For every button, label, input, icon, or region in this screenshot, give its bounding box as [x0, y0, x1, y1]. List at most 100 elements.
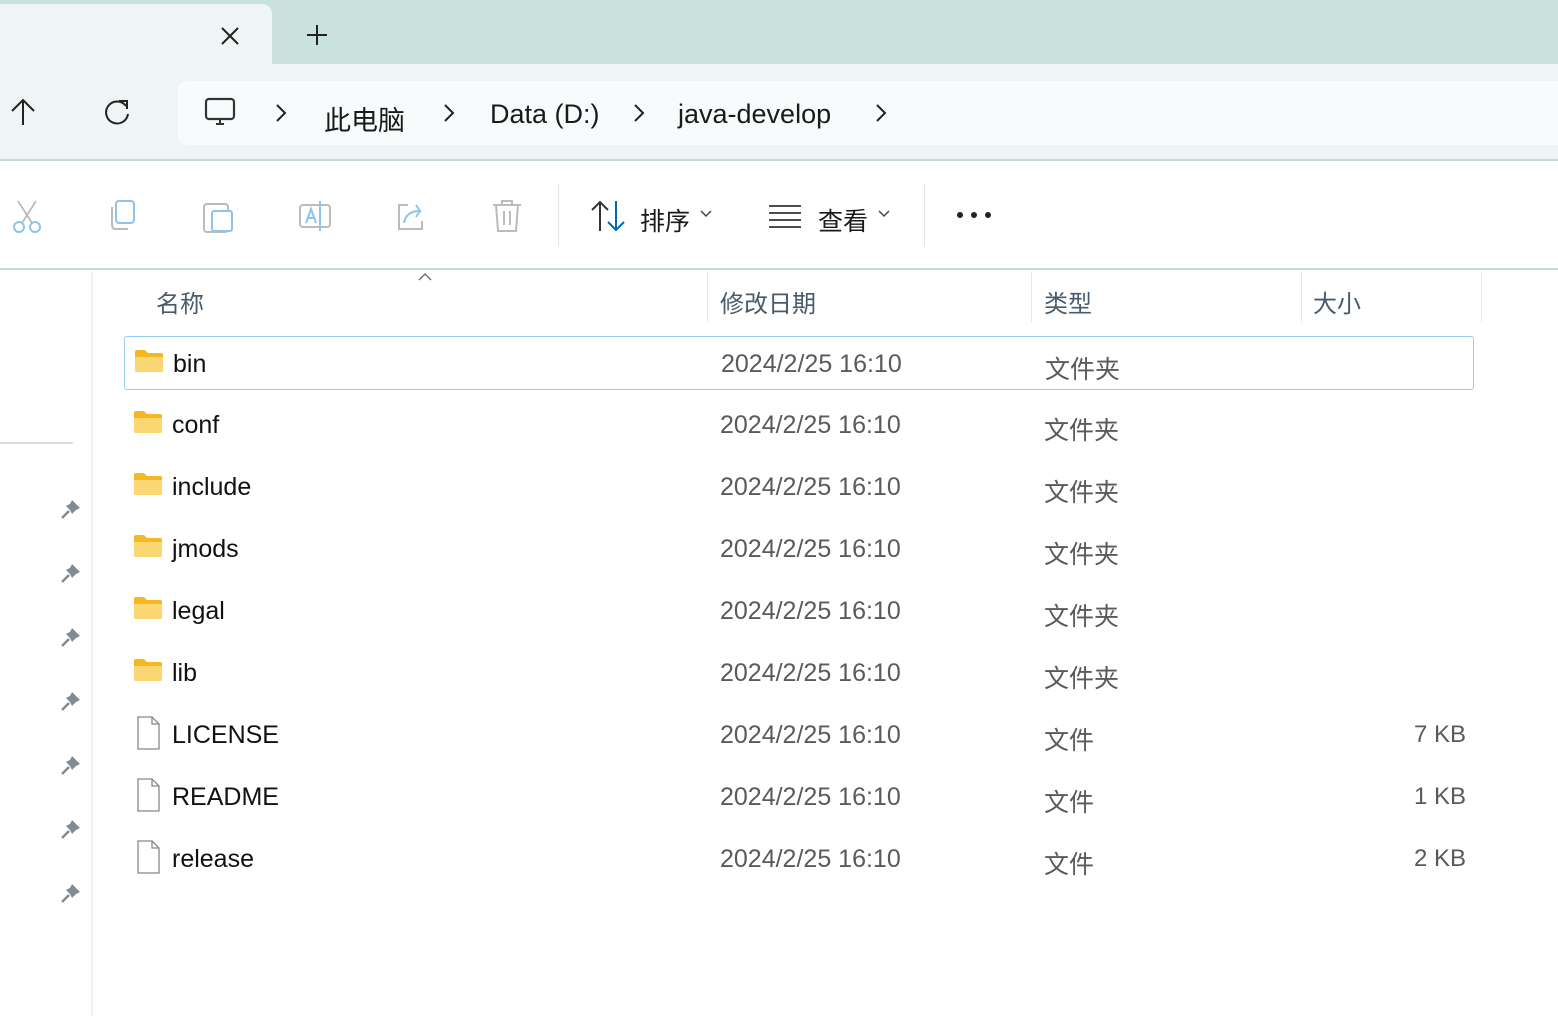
file-row[interactable]: README 2024/2/25 16:10 文件 1 KB [124, 770, 1474, 824]
copy-icon[interactable] [106, 199, 140, 233]
file-row[interactable]: bin 2024/2/25 16:10 文件夹 [124, 336, 1474, 390]
folder-icon-wrap [133, 410, 163, 439]
column-divider[interactable] [1031, 272, 1032, 322]
share-icon[interactable] [394, 199, 428, 233]
file-date: 2024/2/25 16:10 [720, 597, 901, 625]
file-size: 7 KB [1413, 721, 1466, 748]
file-icon [137, 716, 160, 750]
cut-icon[interactable] [10, 199, 44, 233]
file-name: legal [172, 597, 225, 625]
sort-icon [591, 200, 625, 232]
chevron-down-icon [700, 210, 712, 218]
column-header-name[interactable]: 名称 [156, 284, 204, 319]
chevron-right-icon[interactable] [874, 103, 888, 123]
file-name: lib [172, 659, 198, 687]
delete-icon[interactable] [490, 199, 524, 233]
file-row[interactable]: conf 2024/2/25 16:10 文件夹 [124, 398, 1474, 452]
file-name: bin [173, 350, 207, 378]
file-icon-wrap [133, 716, 163, 755]
command-bar: 排序 查看 [0, 162, 1558, 270]
folder-icon-wrap [134, 349, 164, 378]
file-size: 1 KB [1413, 783, 1466, 810]
pin-icon[interactable] [60, 818, 82, 840]
column-header-type[interactable]: 类型 [1044, 284, 1092, 319]
pin-icon[interactable] [60, 754, 82, 776]
file-icon-wrap [133, 778, 163, 817]
file-name: conf [172, 411, 220, 439]
navigation-bar: 此电脑 Data (D:) java-develop [0, 64, 1558, 161]
file-date: 2024/2/25 16:10 [720, 411, 901, 439]
file-name: include [172, 473, 252, 501]
file-row[interactable]: jmods 2024/2/25 16:10 文件夹 [124, 522, 1474, 576]
file-type: 文件夹 [1044, 417, 1120, 445]
view-label: 查看 [818, 208, 869, 236]
file-type: 文件 [1044, 789, 1095, 817]
file-name: README [172, 783, 279, 811]
folder-icon [134, 535, 162, 557]
folder-icon-wrap [133, 596, 163, 625]
pin-icon[interactable] [60, 626, 82, 648]
navigation-pane [0, 272, 93, 1016]
column-divider[interactable] [1481, 272, 1482, 322]
chevron-right-icon[interactable] [632, 103, 646, 123]
file-icon [137, 778, 160, 812]
column-header-size[interactable]: 大小 [1313, 284, 1361, 319]
file-row[interactable]: include 2024/2/25 16:10 文件夹 [124, 460, 1474, 514]
column-divider[interactable] [707, 272, 708, 322]
sort-label: 排序 [640, 208, 691, 236]
breadcrumb-this-pc[interactable]: 此电脑 [324, 99, 405, 138]
divider [558, 184, 559, 246]
column-divider[interactable] [1301, 272, 1302, 322]
pin-icon[interactable] [60, 498, 82, 520]
address-bar[interactable]: 此电脑 Data (D:) java-develop [178, 81, 1558, 145]
breadcrumb-folder[interactable]: java-develop [678, 99, 831, 130]
file-row[interactable]: legal 2024/2/25 16:10 文件夹 [124, 584, 1474, 638]
paste-icon[interactable] [202, 199, 236, 233]
pin-icon[interactable] [60, 562, 82, 584]
file-icon [137, 840, 160, 874]
sort-ascending-indicator-icon [418, 273, 432, 281]
file-size: 2 KB [1413, 845, 1466, 872]
close-tab-icon[interactable] [220, 26, 240, 46]
file-type: 文件夹 [1044, 665, 1120, 693]
file-name: LICENSE [172, 721, 279, 749]
file-date: 2024/2/25 16:10 [720, 659, 901, 687]
file-name: jmods [172, 535, 239, 563]
breadcrumb-drive[interactable]: Data (D:) [490, 99, 600, 130]
folder-icon [134, 411, 162, 433]
chevron-right-icon[interactable] [442, 103, 456, 123]
column-header-date[interactable]: 修改日期 [720, 284, 816, 319]
rename-icon[interactable] [298, 199, 332, 233]
folder-icon-wrap [133, 658, 163, 687]
folder-icon [134, 659, 162, 681]
folder-icon [134, 473, 162, 495]
refresh-icon[interactable] [104, 98, 132, 126]
file-date: 2024/2/25 16:10 [720, 721, 901, 749]
folder-icon [135, 350, 163, 372]
file-date: 2024/2/25 16:10 [720, 783, 901, 811]
file-name: release [172, 845, 254, 873]
tab-bar [0, 0, 1558, 74]
file-type: 文件夹 [1044, 603, 1120, 631]
file-type: 文件夹 [1044, 479, 1120, 507]
divider [924, 184, 925, 246]
file-date: 2024/2/25 16:10 [720, 535, 901, 563]
chevron-right-icon[interactable] [274, 103, 288, 123]
chevron-down-icon [878, 210, 890, 218]
file-row[interactable]: lib 2024/2/25 16:10 文件夹 [124, 646, 1474, 700]
view-list-icon [769, 205, 801, 228]
folder-icon [134, 597, 162, 619]
file-type: 文件 [1044, 851, 1095, 879]
file-type: 文件 [1044, 727, 1095, 755]
file-row[interactable]: LICENSE 2024/2/25 16:10 文件 7 KB [124, 708, 1474, 762]
file-row[interactable]: release 2024/2/25 16:10 文件 2 KB [124, 832, 1474, 886]
file-date: 2024/2/25 16:10 [720, 473, 901, 501]
pin-icon[interactable] [60, 882, 82, 904]
new-tab-icon[interactable] [306, 24, 328, 46]
more-options-icon[interactable] [956, 210, 992, 220]
file-icon-wrap [133, 840, 163, 879]
this-pc-icon[interactable] [204, 97, 236, 129]
folder-icon-wrap [133, 534, 163, 563]
pin-icon[interactable] [60, 690, 82, 712]
up-arrow-icon[interactable] [10, 98, 36, 126]
